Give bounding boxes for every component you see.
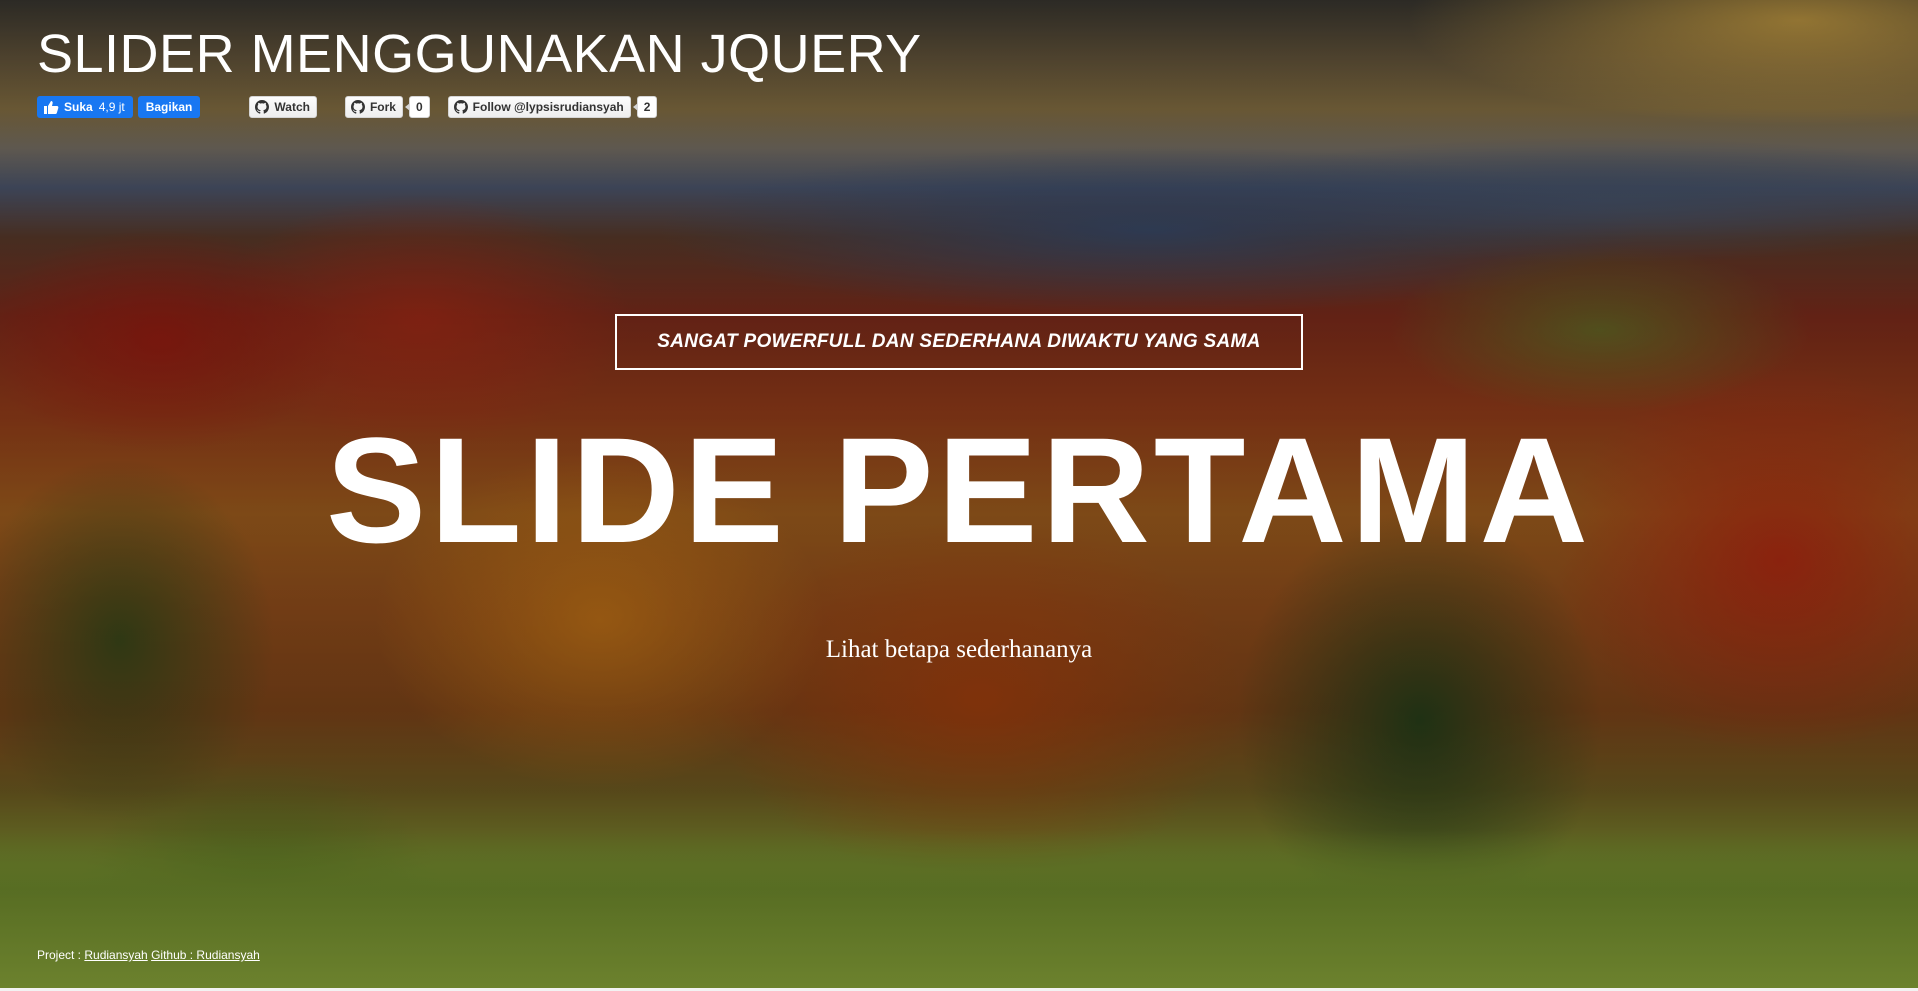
facebook-like-button[interactable]: Suka 4,9 jt (37, 96, 133, 118)
follow-count[interactable]: 2 (632, 96, 658, 118)
github-icon (255, 100, 270, 114)
footer-project-prefix: Project : (37, 948, 85, 962)
watch-label: Watch (274, 100, 310, 114)
share-label: Bagikan (145, 100, 193, 114)
project-link[interactable]: Rudiansyah (84, 948, 147, 962)
github-watch-button[interactable]: Watch (249, 96, 317, 118)
github-icon (350, 100, 365, 114)
page-title: SLIDER MENGGUNAKAN JQUERY (37, 24, 922, 84)
slide-subtitle: Lihat betapa sederhananya (825, 636, 1093, 663)
slide-background: SLIDER MENGGUNAKAN JQUERY Suka 4,9 jt Ba… (0, 0, 1918, 988)
github-link[interactable]: Github : Rudiansyah (151, 948, 260, 962)
sky-glow (1018, 0, 1918, 180)
fork-label: Fork (369, 100, 396, 114)
social-buttons: Suka 4,9 jt Bagikan Watch Fork 0 Follow … (37, 94, 658, 120)
follow-label: Follow @lypsisrudiansyah (472, 100, 624, 114)
github-fork-button[interactable]: Fork (344, 96, 403, 118)
facebook-share-button[interactable]: Bagikan (137, 96, 201, 118)
slide-title: SLIDE PERTAMA (326, 406, 1592, 574)
github-fork-group: Fork 0 (344, 96, 430, 118)
thumbs-up-icon (44, 101, 59, 114)
github-follow-button[interactable]: Follow @lypsisrudiansyah (447, 96, 631, 118)
fork-count[interactable]: 0 (405, 96, 430, 118)
github-icon (453, 100, 468, 114)
footer-credits: Project : Rudiansyah Github : Rudiansyah (37, 948, 260, 962)
like-count: 4,9 jt (98, 100, 125, 114)
github-follow-group: Follow @lypsisrudiansyah 2 (447, 96, 658, 118)
slide-tagline: SANGAT POWERFULL DAN SEDERHANA DIWAKTU Y… (615, 314, 1303, 370)
like-label: Suka (64, 100, 93, 114)
github-watch-group: Watch (249, 96, 317, 118)
